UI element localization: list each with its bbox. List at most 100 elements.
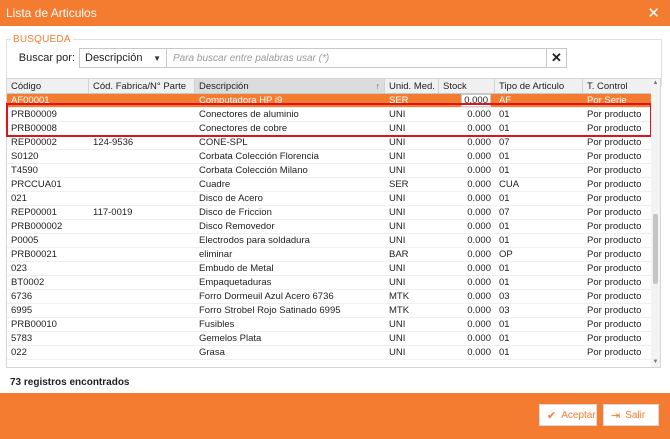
cell-value: 021 bbox=[11, 193, 27, 204]
table-cell: UNI bbox=[385, 136, 439, 150]
table-row[interactable]: PRB000002 Disco Removedor UNI 0.000 01 Por pr… bbox=[7, 220, 660, 234]
table-row[interactable]: PRB00008 Conectores de cobre UNI 0.000 01 Por… bbox=[7, 122, 660, 136]
cell-value: 117-0019 bbox=[93, 207, 133, 218]
cell-value: 0.000 bbox=[467, 151, 491, 162]
table-cell: UNI bbox=[385, 234, 439, 248]
table-cell: MTK bbox=[385, 290, 439, 304]
table-row[interactable]: PRB00010 Fusibles UNI 0.000 01 Por producto bbox=[7, 318, 660, 332]
table-row[interactable]: 6995 Forro Strobel Rojo Satinado 6995 MTK 0… bbox=[7, 304, 660, 318]
table-cell: 0.000 bbox=[439, 276, 495, 290]
table-cell: Corbata Colección Florencia bbox=[195, 150, 385, 164]
table-cell: 0.000 bbox=[439, 290, 495, 304]
scroll-thumb[interactable] bbox=[653, 214, 658, 284]
table-row[interactable]: 6736 Forro Dormeuil Azul Acero 6736 MTK 0.0… bbox=[7, 290, 660, 304]
table-body: AF00001 Computadora HP i9 SER 0.000 AF Por Se… bbox=[7, 94, 660, 360]
table-row[interactable]: REP00001 117-0019 Disco de Friccion UNI 0.00… bbox=[7, 206, 660, 220]
column-header[interactable]: Unid. Med. bbox=[385, 79, 439, 93]
table-cell: 5783 bbox=[7, 332, 89, 346]
table-row[interactable]: P0005 Electrodos para soldadura UNI 0.000 01… bbox=[7, 234, 660, 248]
accept-button[interactable]: ✔ Aceptar bbox=[539, 404, 597, 426]
table-cell bbox=[89, 332, 195, 346]
table-row[interactable]: S0120 Corbata Colección Florencia UNI 0.000… bbox=[7, 150, 660, 164]
table-row[interactable]: 021 Disco de Acero UNI 0.000 01 Por producto bbox=[7, 192, 660, 206]
table-cell bbox=[89, 150, 195, 164]
cell-value: S0120 bbox=[11, 151, 39, 162]
cell-value: Forro Strobel Rojo Satinado 6995 bbox=[199, 305, 341, 316]
cell-value: T4590 bbox=[11, 165, 38, 176]
cell-value: Por producto bbox=[587, 123, 642, 134]
table-row[interactable]: AF00001 Computadora HP i9 SER 0.000 AF Por Se… bbox=[7, 94, 660, 108]
cell-value: Por producto bbox=[587, 305, 642, 316]
table-cell: PRB00009 bbox=[7, 108, 89, 122]
search-row: Buscar por: Descripción ▼ Para buscar en… bbox=[15, 48, 567, 68]
table-row[interactable]: PRB00021 eliminar BAR 0.000 OP Por producto bbox=[7, 248, 660, 262]
cell-value: Por producto bbox=[587, 319, 642, 330]
column-header[interactable]: Código bbox=[7, 79, 89, 93]
cell-value: 07 bbox=[499, 207, 510, 218]
table-cell: AF bbox=[495, 94, 583, 108]
table-cell: 0.000 bbox=[439, 304, 495, 318]
cell-value: Por producto bbox=[587, 165, 642, 176]
table-header: Código Cód. Fabrica/N° Parte Descripción ↑ U… bbox=[7, 79, 660, 94]
column-header[interactable]: Descripción ↑ bbox=[195, 79, 385, 93]
column-header[interactable]: Stock bbox=[439, 79, 495, 93]
cell-value: Por Serie bbox=[587, 95, 627, 106]
column-header[interactable]: T. Control bbox=[583, 79, 653, 93]
column-header[interactable]: Cód. Fabrica/N° Parte bbox=[89, 79, 195, 93]
cell-value: Conectores de cobre bbox=[199, 123, 288, 134]
cell-value: Por producto bbox=[587, 151, 642, 162]
search-field-value: Descripción bbox=[85, 52, 143, 64]
table-cell: 01 bbox=[495, 192, 583, 206]
exit-button[interactable]: ⇥ Salir bbox=[603, 404, 659, 426]
table-row[interactable]: 023 Embudo de Metal UNI 0.000 01 Por producto bbox=[7, 262, 660, 276]
clear-search-button[interactable]: ✕ bbox=[547, 48, 567, 68]
cell-value: 0.000 bbox=[467, 333, 491, 344]
table-row[interactable]: 022 Grasa UNI 0.000 01 Por producto bbox=[7, 346, 660, 360]
cell-value: BT0002 bbox=[11, 277, 45, 288]
table-row[interactable]: BT0002 Empaquetaduras UNI 0.000 01 Por produc… bbox=[7, 276, 660, 290]
table-row[interactable]: T4590 Corbata Colección Milano UNI 0.000 01 P… bbox=[7, 164, 660, 178]
table-row[interactable]: REP00002 124-9536 CONE-SPL UNI 0.000 07 Por pr… bbox=[7, 136, 660, 150]
table-cell bbox=[89, 164, 195, 178]
table-row[interactable]: PRB00009 Conectores de aluminio UNI 0.000 01… bbox=[7, 108, 660, 122]
column-header[interactable]: Tipo de Articulo bbox=[495, 79, 583, 93]
table-cell: OP bbox=[495, 248, 583, 262]
table-cell: 01 bbox=[495, 276, 583, 290]
table-cell: AF00001 bbox=[7, 94, 89, 108]
table-cell: 6736 bbox=[7, 290, 89, 304]
table-row[interactable]: 5783 Gemelos Plata UNI 0.000 01 Por producto bbox=[7, 332, 660, 346]
accept-label: Aceptar bbox=[561, 409, 596, 421]
cell-value: 0.000 bbox=[467, 263, 491, 274]
table-cell: eliminar bbox=[195, 248, 385, 262]
table-cell: 0.000 bbox=[439, 318, 495, 332]
search-legend: BUSQUEDA bbox=[13, 34, 71, 45]
cell-value: 01 bbox=[499, 109, 510, 120]
table-cell: Por producto bbox=[583, 108, 653, 122]
vertical-scrollbar[interactable]: ▲ ▼ bbox=[651, 79, 660, 367]
cell-value: Por producto bbox=[587, 291, 642, 302]
table-cell: Por producto bbox=[583, 332, 653, 346]
table-row[interactable]: PRCCUA01 Cuadre SER 0.000 CUA Por producto bbox=[7, 178, 660, 192]
table-cell: UNI bbox=[385, 276, 439, 290]
search-field-select[interactable]: Descripción ▼ bbox=[79, 48, 167, 68]
table-cell: 03 bbox=[495, 304, 583, 318]
search-input[interactable]: Para buscar entre palabras usar (*) bbox=[167, 48, 547, 68]
scroll-up-icon[interactable]: ▲ bbox=[651, 79, 660, 88]
cell-value: UNI bbox=[389, 165, 406, 176]
table-cell: SER bbox=[385, 94, 439, 108]
cell-value: UNI bbox=[389, 277, 406, 288]
articles-table: Código Cód. Fabrica/N° Parte Descripción ↑ U… bbox=[6, 78, 661, 368]
cell-value: OP bbox=[499, 249, 513, 260]
table-cell bbox=[89, 262, 195, 276]
scroll-down-icon[interactable]: ▼ bbox=[651, 358, 660, 367]
table-cell: Por producto bbox=[583, 136, 653, 150]
cell-value: eliminar bbox=[199, 249, 233, 260]
table-cell: Por producto bbox=[583, 234, 653, 248]
close-icon[interactable]: ✕ bbox=[647, 6, 660, 21]
cell-value: UNI bbox=[389, 193, 406, 204]
cell-value: 022 bbox=[11, 347, 27, 358]
table-cell: UNI bbox=[385, 206, 439, 220]
cell-value: UNI bbox=[389, 207, 406, 218]
cell-value: Corbata Colección Milano bbox=[199, 165, 308, 176]
search-by-label: Buscar por: bbox=[18, 52, 75, 64]
